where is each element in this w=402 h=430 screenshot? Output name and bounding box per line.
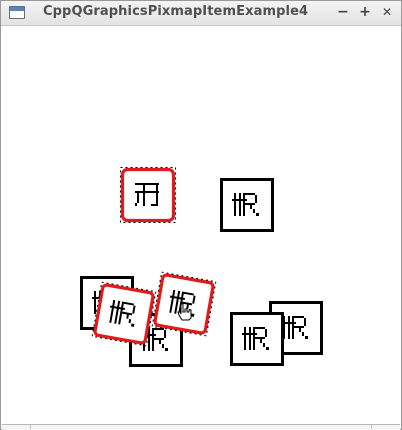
pixmap-item[interactable] [230,312,284,366]
window-app-icon[interactable] [9,6,25,19]
pixmap-item-selected[interactable] [91,281,157,347]
graphics-scene [80,167,323,367]
window-bottom-border [2,424,400,430]
title-bar[interactable]: CppQGraphicsPixmapItemExample4 − + ✕ [1,1,401,26]
minimize-button[interactable]: − [335,4,351,20]
pixmap-item-selected[interactable] [120,167,176,223]
app-window: CppQGraphicsPixmapItemExample4 − + ✕ [0,0,402,430]
pixmap-item[interactable] [220,178,274,232]
maximize-button[interactable]: + [357,4,373,20]
window-title: CppQGraphicsPixmapItemExample4 [43,4,309,19]
close-button[interactable]: ✕ [379,4,395,20]
pixmap-item-selected[interactable] [151,271,217,337]
graphics-view[interactable] [2,26,401,424]
